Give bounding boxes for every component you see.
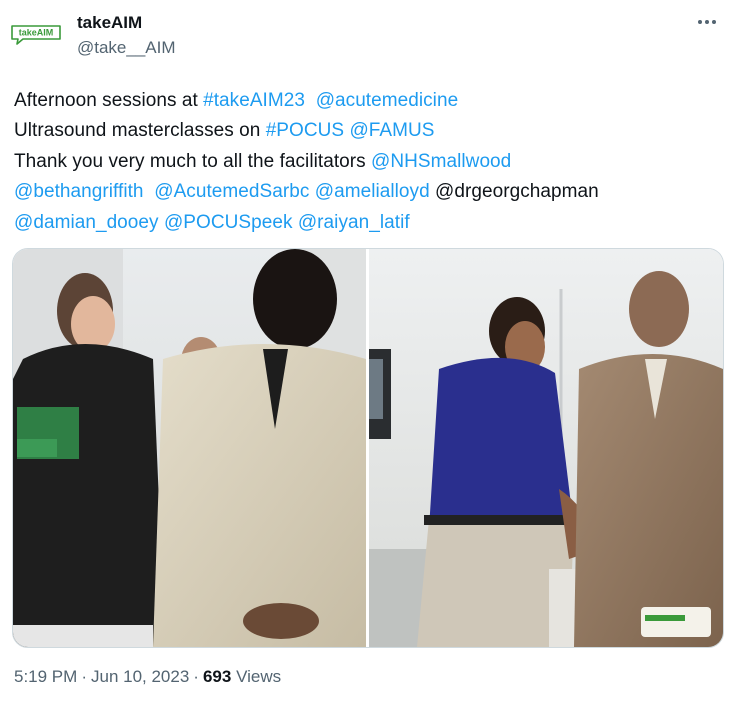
media-grid [12, 248, 724, 648]
tweet-text-segment [144, 181, 155, 202]
hashtag-link[interactable]: #takeAIM23 [203, 90, 305, 111]
tweet-line: @bethangriffith @AcutemedSarbc @ameliall… [14, 177, 726, 207]
mention-link[interactable]: @raiyan_latif [298, 212, 410, 233]
avatar-logo-text: takeAIM [19, 28, 54, 38]
tweet-text: Afternoon sessions at #takeAIM23 @acutem… [14, 86, 726, 238]
tweet-text-segment [305, 90, 316, 111]
views-count: 693 [202, 667, 232, 686]
photo-right[interactable] [369, 249, 723, 647]
tweet-text-segment: Afternoon sessions at [14, 90, 204, 111]
mention-link[interactable]: @acutemedicine [316, 90, 459, 111]
tweet-text-segment: Thank you very much to all the facilitat… [14, 150, 372, 172]
mention-link[interactable]: @AcutemedSarbc [154, 181, 309, 202]
tweet-line: @damian_dooey @POCUSpeek @raiyan_latif [14, 208, 726, 238]
mention-link[interactable]: @bethangriffith [14, 181, 144, 202]
tweet-meta: 5:19 PM · Jun 10, 2023 · 693 Views [14, 667, 281, 687]
meta-separator: · [81, 667, 87, 686]
tweet-text-segment: @drgeorgchapman [429, 181, 599, 203]
tweet-date[interactable]: Jun 10, 2023 [91, 667, 189, 686]
mention-link[interactable]: @NHSmallwood [371, 151, 511, 172]
hashtag-link[interactable]: #POCUS [266, 120, 344, 141]
mention-link[interactable]: @FAMUS [349, 120, 434, 141]
takeaim-logo-icon: takeAIM [11, 25, 61, 45]
avatar[interactable]: takeAIM [8, 12, 64, 56]
tweet-line: Thank you very much to all the facilitat… [14, 147, 726, 177]
mention-link[interactable]: @amelialloyd [315, 181, 430, 202]
meta-separator: · [193, 667, 199, 686]
author-display-name[interactable]: takeAIM [77, 13, 142, 33]
tweet-text-segment: Ultrasound masterclasses on [14, 120, 266, 142]
photo-left[interactable] [13, 249, 366, 647]
tweet-time[interactable]: 5:19 PM [14, 667, 77, 686]
ellipsis-icon [698, 20, 716, 24]
mention-link[interactable]: @damian_dooey [14, 212, 159, 233]
more-options-button[interactable] [692, 10, 722, 34]
mention-link[interactable]: @POCUSpeek [164, 212, 293, 233]
author-handle[interactable]: @take__AIM [77, 38, 176, 58]
tweet-line: Afternoon sessions at #takeAIM23 @acutem… [14, 86, 726, 116]
views-label: Views [236, 667, 282, 686]
tweet-line: Ultrasound masterclasses on #POCUS @FAMU… [14, 116, 726, 146]
